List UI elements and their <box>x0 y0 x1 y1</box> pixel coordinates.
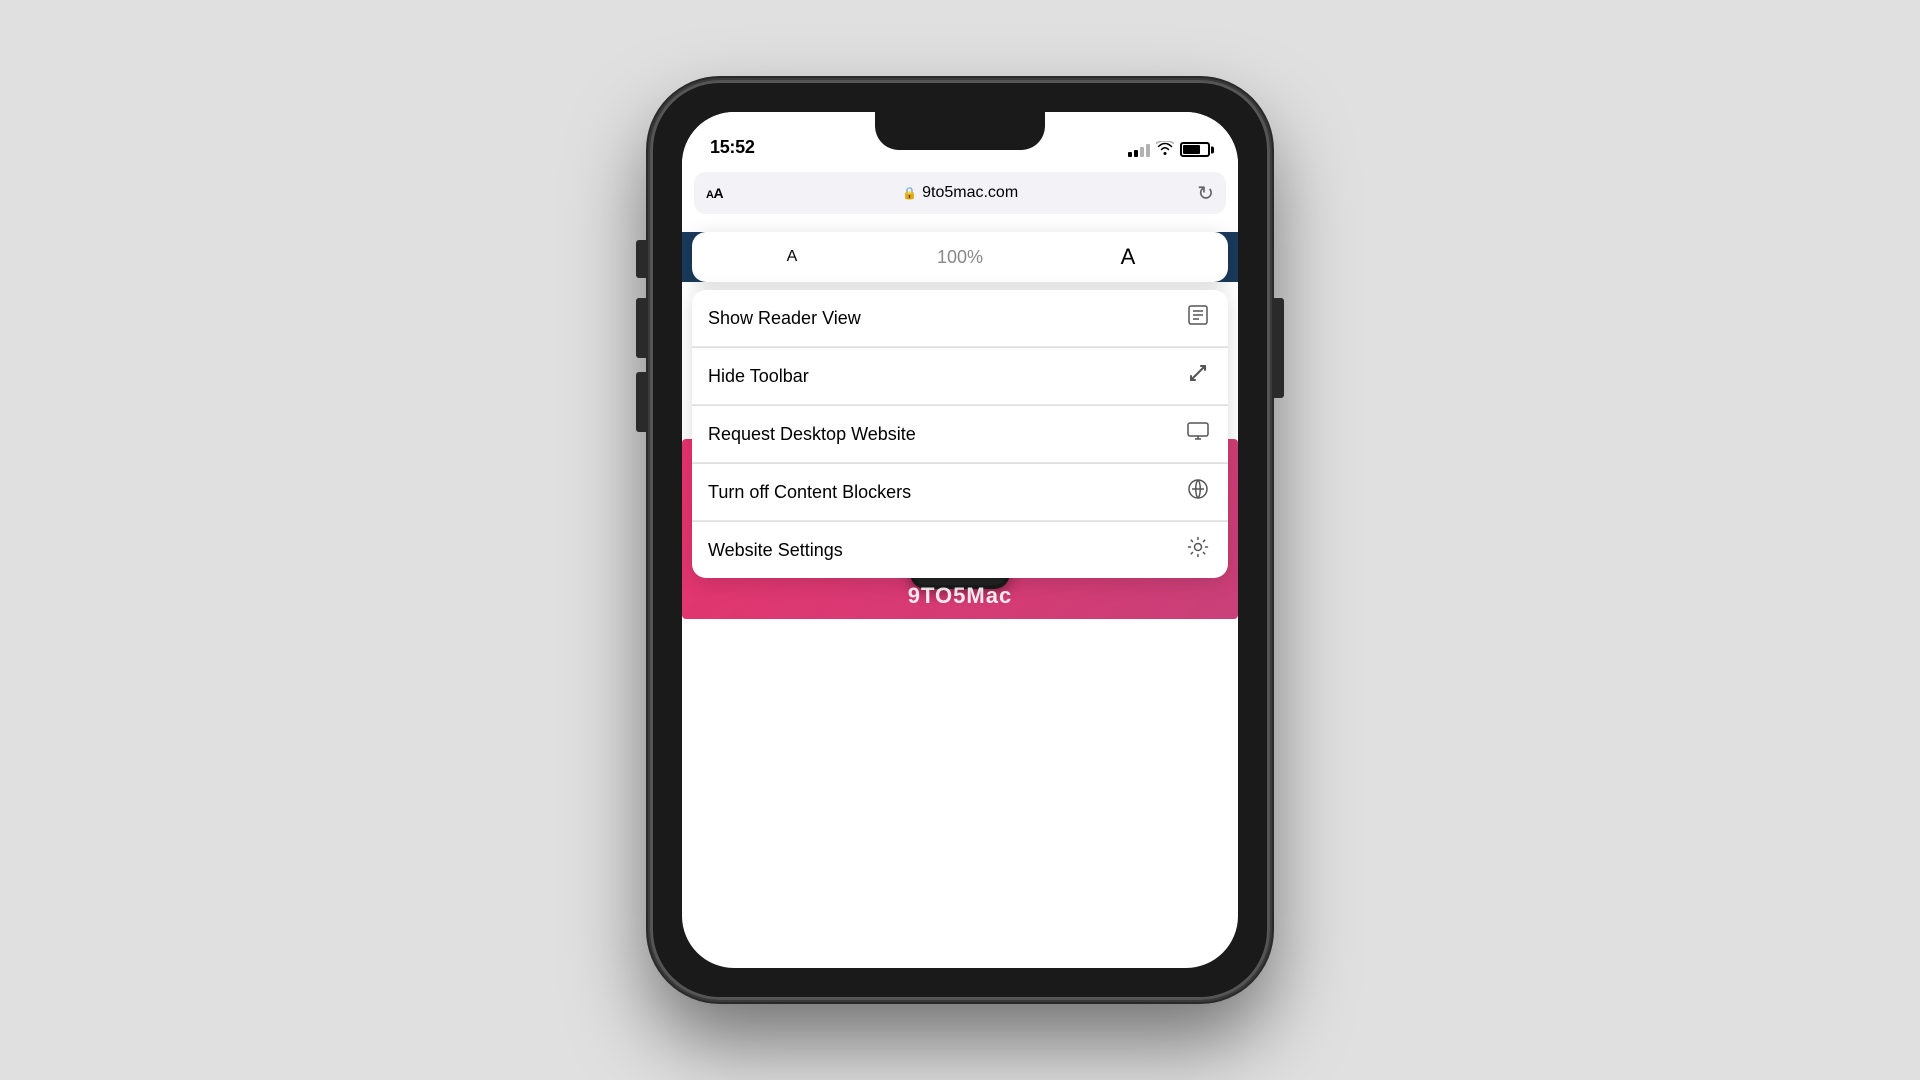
battery-icon <box>1180 142 1210 157</box>
website-settings-icon <box>1184 536 1212 564</box>
dropdown-overlay: A 100% A Show Reader View <box>682 232 1238 968</box>
wifi-icon <box>1156 141 1174 158</box>
content-blockers-label: Turn off Content Blockers <box>708 482 1184 503</box>
website-settings-label: Website Settings <box>708 540 1184 561</box>
request-desktop-label: Request Desktop Website <box>708 424 1184 445</box>
font-big-a: A <box>713 185 723 201</box>
font-size-button[interactable]: AA <box>706 185 723 201</box>
menu-item-show-reader-view[interactable]: Show Reader View <box>692 290 1228 347</box>
notch <box>875 112 1045 150</box>
iphone-frame: 15:52 <box>650 80 1270 1000</box>
signal-bar-2 <box>1134 150 1138 157</box>
font-decrease-button[interactable]: A <box>708 248 876 266</box>
menu-item-content-blockers[interactable]: Turn off Content Blockers <box>692 464 1228 521</box>
mute-button <box>636 240 646 278</box>
menu-item-hide-toolbar[interactable]: Hide Toolbar <box>692 348 1228 405</box>
font-increase-button[interactable]: A <box>1044 244 1212 270</box>
volume-down-button <box>636 372 646 432</box>
reader-view-icon <box>1184 304 1212 332</box>
menu-item-request-desktop[interactable]: Request Desktop Website <box>692 406 1228 463</box>
hide-toolbar-label: Hide Toolbar <box>708 366 1184 387</box>
address-bar[interactable]: AA 🔒 9to5mac.com ↻ <box>694 172 1226 214</box>
context-menu: Show Reader View Hide Toolbar <box>692 290 1228 578</box>
status-icons <box>1128 141 1210 158</box>
signal-icon <box>1128 143 1150 157</box>
signal-bar-3 <box>1140 147 1144 157</box>
url-display[interactable]: 🔒 9to5mac.com <box>731 184 1189 202</box>
url-text: 9to5mac.com <box>922 184 1018 202</box>
hide-toolbar-icon <box>1184 362 1212 390</box>
iphone-screen: 15:52 <box>682 112 1238 968</box>
show-reader-view-label: Show Reader View <box>708 308 1184 329</box>
power-button <box>1274 298 1284 398</box>
signal-bar-4 <box>1146 144 1150 157</box>
status-time: 15:52 <box>710 137 755 158</box>
request-desktop-icon <box>1184 420 1212 448</box>
volume-up-button <box>636 298 646 358</box>
battery-fill <box>1183 145 1200 154</box>
lock-icon: 🔒 <box>902 186 917 200</box>
signal-bar-1 <box>1128 152 1132 157</box>
menu-item-website-settings[interactable]: Website Settings <box>692 522 1228 578</box>
font-percent-display: 100% <box>876 247 1044 268</box>
browser-area: AA 🔒 9to5mac.com ↻ 9 Y <box>682 164 1238 968</box>
content-blockers-icon <box>1184 478 1212 506</box>
font-size-picker[interactable]: A 100% A <box>692 232 1228 282</box>
reload-button[interactable]: ↻ <box>1197 181 1214 206</box>
